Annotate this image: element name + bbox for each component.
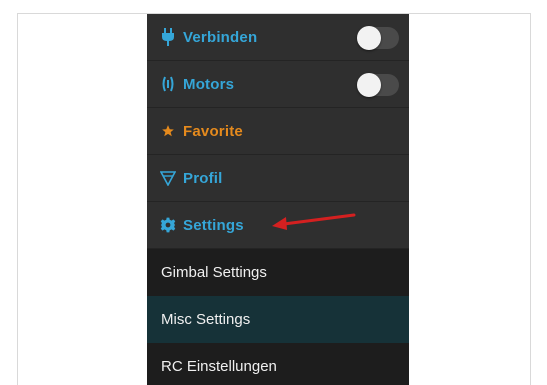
gear-icon — [159, 216, 177, 234]
menu-item-verbinden[interactable]: Verbinden — [147, 14, 409, 61]
menu-item-profil[interactable]: Profil — [147, 155, 409, 202]
star-icon — [159, 122, 177, 140]
submenu-item-misc-settings[interactable]: Misc Settings — [147, 296, 409, 343]
motor-icon — [159, 75, 177, 93]
submenu-item-rc-einstellungen[interactable]: RC Einstellungen — [147, 343, 409, 385]
submenu-item-label: Misc Settings — [161, 311, 251, 328]
verbinden-toggle[interactable] — [357, 26, 399, 50]
menu-item-label: Favorite — [183, 122, 243, 140]
plug-icon — [159, 28, 177, 46]
submenu-item-label: Gimbal Settings — [161, 264, 267, 281]
toggle-knob — [357, 26, 381, 50]
side-menu: Verbinden Motors Favorite Profil Setting… — [147, 14, 409, 385]
submenu-item-gimbal-settings[interactable]: Gimbal Settings — [147, 249, 409, 296]
toggle-knob — [357, 73, 381, 97]
menu-item-favorite[interactable]: Favorite — [147, 108, 409, 155]
menu-item-label: Profil — [183, 169, 223, 187]
menu-item-label: Motors — [183, 75, 235, 93]
submenu-item-label: RC Einstellungen — [161, 358, 277, 375]
menu-item-motors[interactable]: Motors — [147, 61, 409, 108]
menu-item-label: Verbinden — [183, 28, 258, 46]
motors-toggle[interactable] — [357, 73, 399, 97]
profile-triangle-icon — [159, 169, 177, 187]
red-arrow-annotation — [272, 213, 356, 230]
menu-item-label: Settings — [183, 216, 244, 234]
